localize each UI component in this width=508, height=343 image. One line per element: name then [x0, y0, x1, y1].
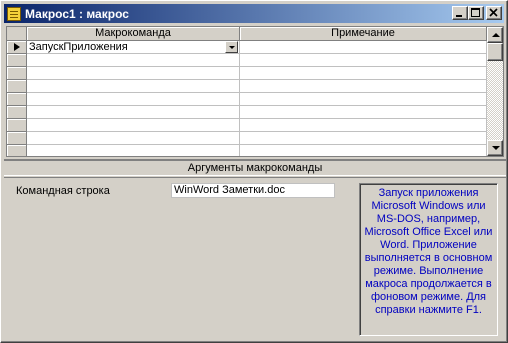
row-selector[interactable] [7, 119, 27, 132]
window-controls [452, 6, 502, 20]
action-dropdown-button[interactable] [225, 41, 238, 53]
maximize-button[interactable] [468, 6, 484, 20]
current-row-icon [14, 43, 20, 51]
macro-grid: Макрокоманда Примечание ЗапускПриложения [6, 26, 504, 157]
action-cell[interactable] [27, 119, 240, 132]
column-header-comment[interactable]: Примечание [240, 27, 487, 41]
comment-cell[interactable] [240, 93, 487, 106]
grid-corner[interactable] [7, 27, 27, 41]
table-row [7, 119, 487, 132]
arguments-caption: Аргументы макрокоманды [4, 159, 506, 176]
maximize-icon [471, 8, 480, 17]
row-selector[interactable] [7, 93, 27, 106]
table-row [7, 145, 487, 156]
action-cell[interactable] [27, 106, 240, 119]
grid-header: Макрокоманда Примечание [7, 27, 487, 41]
command-line-label: Командная строка [16, 185, 110, 197]
action-cell[interactable]: ЗапускПриложения [27, 41, 240, 54]
table-row [7, 54, 487, 67]
table-row [7, 67, 487, 80]
row-selector[interactable] [7, 67, 27, 80]
action-cell[interactable] [27, 132, 240, 145]
row-selector[interactable] [7, 145, 27, 156]
row-selector[interactable] [7, 54, 27, 67]
table-row [7, 93, 487, 106]
row-selector[interactable] [7, 80, 27, 93]
table-row [7, 80, 487, 93]
close-button[interactable] [486, 6, 502, 20]
table-row: ЗапускПриложения [7, 41, 487, 54]
arrow-up-icon [492, 33, 500, 37]
minimize-button[interactable] [452, 6, 468, 20]
table-row [7, 132, 487, 145]
arguments-panel: Командная строка WinWord Заметки.doc Зап… [4, 177, 506, 341]
help-hint: Запуск приложения Microsoft Windows или … [359, 183, 498, 336]
title-bar[interactable]: Макрос1 : макрос [4, 4, 504, 23]
scroll-up-button[interactable] [487, 27, 503, 43]
comment-cell[interactable] [240, 106, 487, 119]
arrow-down-icon [492, 146, 500, 150]
minimize-icon [456, 15, 462, 17]
action-cell[interactable] [27, 145, 240, 156]
vertical-scrollbar[interactable] [487, 27, 503, 156]
comment-cell[interactable] [240, 132, 487, 145]
action-cell[interactable] [27, 67, 240, 80]
scroll-down-button[interactable] [487, 140, 503, 156]
grid-rows: ЗапускПриложения [7, 41, 487, 156]
comment-cell[interactable] [240, 145, 487, 156]
action-cell[interactable] [27, 93, 240, 106]
column-header-action[interactable]: Макрокоманда [27, 27, 240, 41]
row-selector[interactable] [7, 41, 27, 54]
table-row [7, 106, 487, 119]
comment-cell[interactable] [240, 54, 487, 67]
scroll-thumb[interactable] [487, 43, 503, 61]
macro-icon [7, 6, 21, 21]
command-line-input[interactable]: WinWord Заметки.doc [171, 183, 335, 198]
close-icon [489, 8, 498, 17]
action-cell[interactable] [27, 80, 240, 93]
comment-cell[interactable] [240, 80, 487, 93]
comment-cell[interactable] [240, 41, 487, 54]
macro-window: Макрос1 : макрос Макрокоманда Примечание… [0, 0, 508, 343]
comment-cell[interactable] [240, 119, 487, 132]
comment-cell[interactable] [240, 67, 487, 80]
action-cell[interactable] [27, 54, 240, 67]
row-selector[interactable] [7, 132, 27, 145]
window-title: Макрос1 : макрос [25, 6, 129, 21]
row-selector[interactable] [7, 106, 27, 119]
